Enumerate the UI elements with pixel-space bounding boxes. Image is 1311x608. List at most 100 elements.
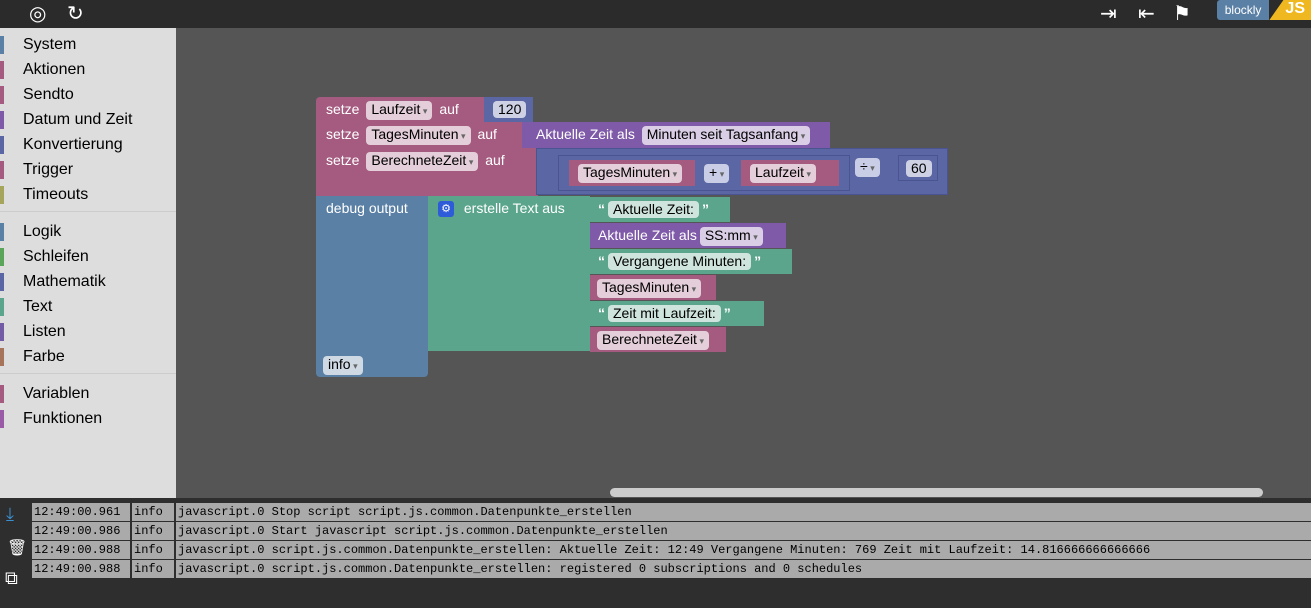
category-logik[interactable]: Logik xyxy=(0,219,176,244)
variable-dropdown[interactable]: TagesMinuten xyxy=(597,279,702,298)
category-schleifen[interactable]: Schleifen xyxy=(0,244,176,269)
text-field[interactable]: Vergangene Minuten: xyxy=(608,253,752,270)
variable-block[interactable]: TagesMinuten xyxy=(590,275,716,300)
variable-dropdown[interactable]: Laufzeit xyxy=(750,164,817,183)
text-block[interactable]: “Vergangene Minuten:” xyxy=(590,249,792,274)
category-color-bar xyxy=(0,136,4,154)
category-color-bar xyxy=(0,111,4,129)
export-icon[interactable]: ⇥ xyxy=(1100,2,1117,26)
category-text[interactable]: Text xyxy=(0,294,176,319)
log-row: 12:49:00.986 info javascript.0 Start javas… xyxy=(32,522,1311,540)
close-quote: ” xyxy=(754,253,762,269)
variable-block[interactable]: TagesMinuten xyxy=(569,160,695,186)
variable-block[interactable]: BerechneteZeit xyxy=(590,327,726,352)
refresh-icon[interactable]: ↻ xyxy=(67,2,84,26)
variable-dropdown[interactable]: Laufzeit xyxy=(366,101,433,120)
category-sendto[interactable]: Sendto xyxy=(0,82,176,107)
category-color-bar xyxy=(0,410,4,428)
text-block[interactable]: “Aktuelle Zeit:” xyxy=(590,197,730,222)
number-field[interactable]: 120 xyxy=(493,101,527,118)
open-quote: “ xyxy=(598,201,605,217)
clear-log-icon[interactable]: 🗑 xyxy=(7,538,27,558)
category-label: Sendto xyxy=(23,86,74,103)
category-listen[interactable]: Listen xyxy=(0,319,176,344)
debug-label: debug output xyxy=(326,200,408,216)
auf-label: auf xyxy=(439,101,459,117)
operator-dropdown[interactable]: ÷ xyxy=(855,158,880,177)
category-label: Konvertierung xyxy=(23,136,123,153)
category-label: Aktionen xyxy=(23,61,86,78)
setze-label: setze xyxy=(326,101,360,117)
category-color-bar xyxy=(0,248,4,266)
number-block[interactable]: 60 xyxy=(898,155,938,181)
set-variable-block[interactable]: setze Laufzeit auf xyxy=(316,97,484,122)
close-quote: ” xyxy=(723,305,731,321)
category-konvertierung[interactable]: Konvertierung xyxy=(0,132,176,157)
horizontal-scrollbar[interactable] xyxy=(610,488,1263,497)
debug-output-block[interactable]: debug output info xyxy=(316,196,428,377)
category-system[interactable]: System xyxy=(0,32,176,57)
time-format-dropdown[interactable]: SS:mm xyxy=(699,227,763,246)
category-label: Farbe xyxy=(23,348,65,365)
text-field[interactable]: Aktuelle Zeit: xyxy=(608,201,699,218)
open-quote: “ xyxy=(598,305,605,321)
category-datum-und-zeit[interactable]: Datum und Zeit xyxy=(0,107,176,132)
category-color-bar xyxy=(0,273,4,291)
category-mathematik[interactable]: Mathematik xyxy=(0,269,176,294)
log-time: 12:49:00.961 xyxy=(32,503,130,521)
category-label: Text xyxy=(23,298,53,315)
set-variable-block[interactable]: setze TagesMinuten auf xyxy=(316,122,522,148)
category-aktionen[interactable]: Aktionen xyxy=(0,57,176,82)
text-field[interactable]: Zeit mit Laufzeit: xyxy=(608,305,721,322)
toolbar: ◎ ↻ ⇥ ⇤ ⚑ blockly JS xyxy=(0,0,1311,28)
category-timeouts[interactable]: Timeouts xyxy=(0,182,176,207)
category-label: Datum und Zeit xyxy=(23,111,133,128)
category-label: System xyxy=(23,36,77,53)
current-time-block[interactable]: Aktuelle Zeit als Minuten seit Tagsanfan… xyxy=(522,122,830,148)
category-funktionen[interactable]: Funktionen xyxy=(0,406,176,431)
category-farbe[interactable]: Farbe xyxy=(0,344,176,369)
variable-dropdown[interactable]: TagesMinuten xyxy=(366,126,471,145)
import-icon[interactable]: ⇤ xyxy=(1138,2,1155,26)
category-color-bar xyxy=(0,61,4,79)
category-variablen[interactable]: Variablen xyxy=(0,381,176,406)
log-level-dropdown[interactable]: info xyxy=(323,356,363,375)
time-format-dropdown[interactable]: Minuten seit Tagsanfang xyxy=(641,126,811,145)
text-block[interactable]: “Zeit mit Laufzeit:” xyxy=(590,301,764,326)
log-time: 12:49:00.988 xyxy=(32,560,130,578)
log-row: 12:49:00.988 info javascript.0 script.js.c… xyxy=(32,541,1311,559)
add-block[interactable]: TagesMinuten + Laufzeit xyxy=(558,155,850,191)
variable-dropdown[interactable]: TagesMinuten xyxy=(578,164,683,183)
brand-logo: blockly JS xyxy=(1216,0,1311,20)
category-color-bar xyxy=(0,385,4,403)
number-block[interactable]: 120 xyxy=(484,97,533,122)
variable-dropdown[interactable]: BerechneteZeit xyxy=(597,331,709,350)
close-quote: ” xyxy=(701,201,709,217)
variable-block[interactable]: Laufzeit xyxy=(741,160,839,186)
gear-icon[interactable]: ⚙ xyxy=(438,201,454,218)
operator-dropdown[interactable]: + xyxy=(704,164,730,183)
number-field[interactable]: 60 xyxy=(906,160,932,177)
current-time-block[interactable]: Aktuelle Zeit als SS:mm xyxy=(590,223,786,248)
separator xyxy=(0,211,176,219)
scroll-down-icon[interactable]: ⤓ xyxy=(6,504,14,525)
auf-label: auf xyxy=(485,152,505,168)
log-message: javascript.0 script.js.common.Datenpunkt… xyxy=(176,541,1311,559)
time-label: Aktuelle Zeit als xyxy=(536,126,635,142)
checkered-flag-icon[interactable]: ⚑ xyxy=(1173,2,1191,26)
category-color-bar xyxy=(0,161,4,179)
toolbox: System Aktionen Sendto Datum und Zeit Konver… xyxy=(0,28,176,498)
text-join-block[interactable]: ⚙ erstelle Text aus xyxy=(428,196,590,351)
set-variable-block[interactable]: setze BerechneteZeit auf xyxy=(316,148,538,196)
log-time: 12:49:00.988 xyxy=(32,541,130,559)
category-color-bar xyxy=(0,298,4,316)
category-label: Listen xyxy=(23,323,66,340)
copy-icon[interactable]: ⧉ xyxy=(5,568,18,589)
category-label: Timeouts xyxy=(23,186,89,203)
log-row: 12:49:00.961 info javascript.0 Stop script… xyxy=(32,503,1311,521)
category-trigger[interactable]: Trigger xyxy=(0,157,176,182)
setze-label: setze xyxy=(326,126,360,142)
open-quote: “ xyxy=(598,253,605,269)
variable-dropdown[interactable]: BerechneteZeit xyxy=(366,152,479,171)
target-icon[interactable]: ◎ xyxy=(29,2,46,26)
